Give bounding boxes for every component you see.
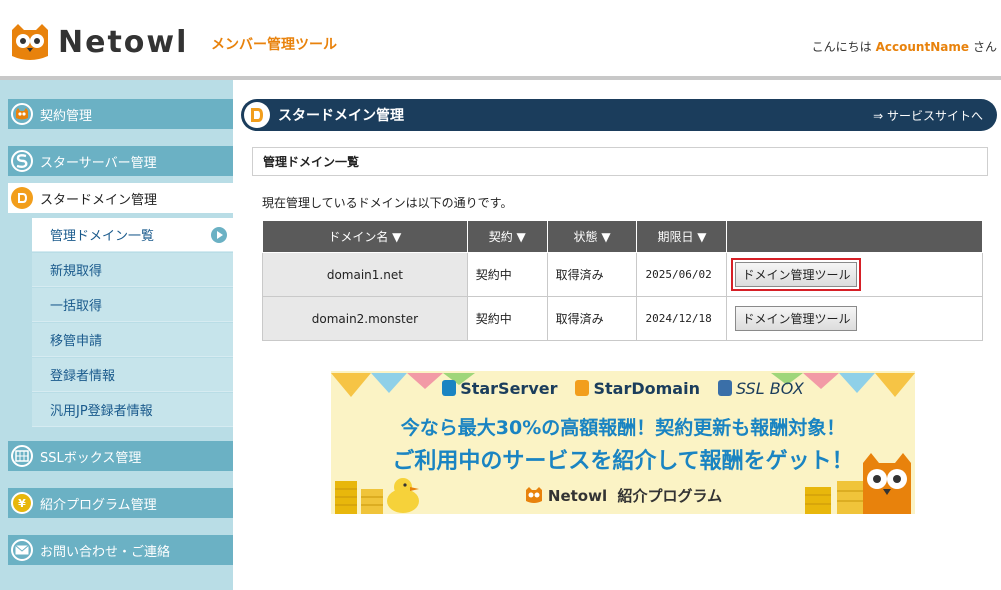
sidebar-item-stardomain[interactable]: スタードメイン管理 [8,183,233,213]
sidebar-sub-new-registration[interactable]: 新規取得 [32,253,233,287]
sidebar-sub-label: 管理ドメイン一覧 [50,229,155,244]
banner-footer-text: 紹介プログラム [617,487,723,505]
sidebar-item-sslbox[interactable]: SSLボックス管理 [8,441,233,471]
account-name[interactable]: AccountName [876,40,969,54]
page-title: スタードメイン管理 [278,108,404,124]
sidebar-sub-jp-registrant-info[interactable]: 汎用JP登録者情報 [32,393,233,427]
sslbox-logo: SSL BOX [717,379,804,398]
starserver-icon [11,150,33,172]
contract-cell: 契約中 [466,296,548,341]
banner-subheadline: ご利用中のサービスを紹介して報酬をゲット！ [392,449,854,474]
sidebar-item-contact[interactable]: お問い合わせ・ご連絡 [8,535,233,565]
stardomain-icon [575,380,590,396]
column-header-expiry[interactable]: 期限日 ▼ [636,220,728,253]
stardomain-logo: StarDomain [575,379,700,398]
referral-banner[interactable]: StarServer StarDomain SSL BOX 今なら最大30%の高… [331,371,915,514]
sidebar-item-label: 紹介プログラム管理 [40,497,157,513]
sidebar-sub-label: 登録者情報 [50,369,116,384]
app-subtitle: メンバー管理ツール [211,37,337,53]
sslbox-icon [11,445,33,467]
sidebar-sub-label: 一括取得 [50,299,103,314]
sidebar-item-label: スターサーバー管理 [40,155,157,171]
sslbox-icon [717,380,732,396]
sidebar-sub-transfer-request[interactable]: 移管申請 [32,323,233,357]
table-row: domain1.net 契約中 取得済み 2025/06/02 ドメイン管理ツー… [262,252,983,297]
brand-label: StarServer [460,379,558,398]
column-header-action [726,220,983,253]
action-cell: ドメイン管理ツール [726,296,983,341]
highlight-box: ドメイン管理ツール [731,258,862,291]
user-greeting: こんにちは AccountName さん [812,38,997,55]
domain-name-cell: domain2.monster [262,296,468,341]
sidebar-item-referral[interactable]: ¥ 紹介プログラム管理 [8,488,233,518]
owl-logo-icon [525,487,542,503]
expiry-cell: 2025/06/02 [636,252,728,297]
column-header-status[interactable]: 状態 ▼ [546,220,638,253]
column-header-contract[interactable]: 契約 ▼ [466,220,548,253]
page-title-bar: スタードメイン管理 ⇒ サービスサイトへ [241,99,997,131]
status-cell: 取得済み [546,252,638,297]
domain-table: ドメイン名 ▼ 契約 ▼ 状態 ▼ 期限日 ▼ domain1.net 契約中 … [262,220,983,341]
description-text: 現在管理しているドメインは以下の通りです。 [262,196,513,210]
column-header-domain[interactable]: ドメイン名 ▼ [262,220,468,253]
expiry-cell: 2024/12/18 [636,296,728,341]
banner-headline: 今なら最大30%の高額報酬！契約更新も報酬対象！ [400,417,846,439]
yen-icon: ¥ [11,492,33,514]
sidebar-item-starserver[interactable]: スターサーバー管理 [8,146,233,176]
owl-icon [11,103,33,125]
domain-tool-button[interactable]: ドメイン管理ツール [735,306,858,331]
sidebar-sub-label: 汎用JP登録者情報 [50,404,153,419]
action-cell: ドメイン管理ツール [726,252,983,297]
contract-cell: 契約中 [466,252,548,297]
sidebar-item-label: お問い合わせ・ご連絡 [40,544,171,560]
chevron-right-icon [211,227,227,243]
brand-label: StarDomain [593,379,700,398]
greeting-prefix: こんにちは [811,40,872,54]
greeting-suffix: さん [972,40,997,54]
banner-footer-brand: Netowl [547,487,608,505]
sidebar-sub-domain-list[interactable]: 管理ドメイン一覧 [32,218,233,252]
sidebar-item-label: スタードメイン管理 [40,192,158,208]
stardomain-icon [11,187,33,209]
sidebar-sub-label: 移管申請 [50,334,103,349]
table-header-row: ドメイン名 ▼ 契約 ▼ 状態 ▼ 期限日 ▼ [262,220,983,253]
section-heading: 管理ドメイン一覧 [252,147,988,176]
domain-name-cell: domain1.net [262,252,468,297]
service-site-link[interactable]: ⇒ サービスサイトへ [873,107,983,124]
domain-tool-button[interactable]: ドメイン管理ツール [735,262,858,287]
netowl-logo[interactable]: Netowl [8,22,188,62]
brand-logos: StarServer StarDomain SSL BOX [331,379,915,398]
logo-text: Netowl [58,24,189,60]
header: Netowl メンバー管理ツール こんにちは AccountName さん [0,0,1001,76]
brand-label: SSL BOX [735,379,804,398]
sidebar-item-contract[interactable]: 契約管理 [8,99,233,129]
banner-footer: Netowl 紹介プログラム [331,485,915,506]
status-cell: 取得済み [546,296,638,341]
table-row: domain2.monster 契約中 取得済み 2024/12/18 ドメイン… [262,296,983,341]
starserver-icon [442,380,457,396]
stardomain-icon [244,102,270,128]
sidebar-item-label: SSLボックス管理 [40,450,142,466]
mail-icon [11,539,33,561]
sidebar-item-label: 契約管理 [40,108,93,124]
section-title: 管理ドメイン一覧 [263,155,360,169]
starserver-logo: StarServer [442,379,557,398]
sidebar-sub-registrant-info[interactable]: 登録者情報 [32,358,233,392]
sidebar-sub-label: 新規取得 [50,264,103,279]
owl-logo-icon [12,24,48,60]
sidebar: 契約管理 スターサーバー管理 スタードメイン管理 管理ドメイン一覧 新規取得 一… [0,80,233,590]
sidebar-sub-bulk-registration[interactable]: 一括取得 [32,288,233,322]
